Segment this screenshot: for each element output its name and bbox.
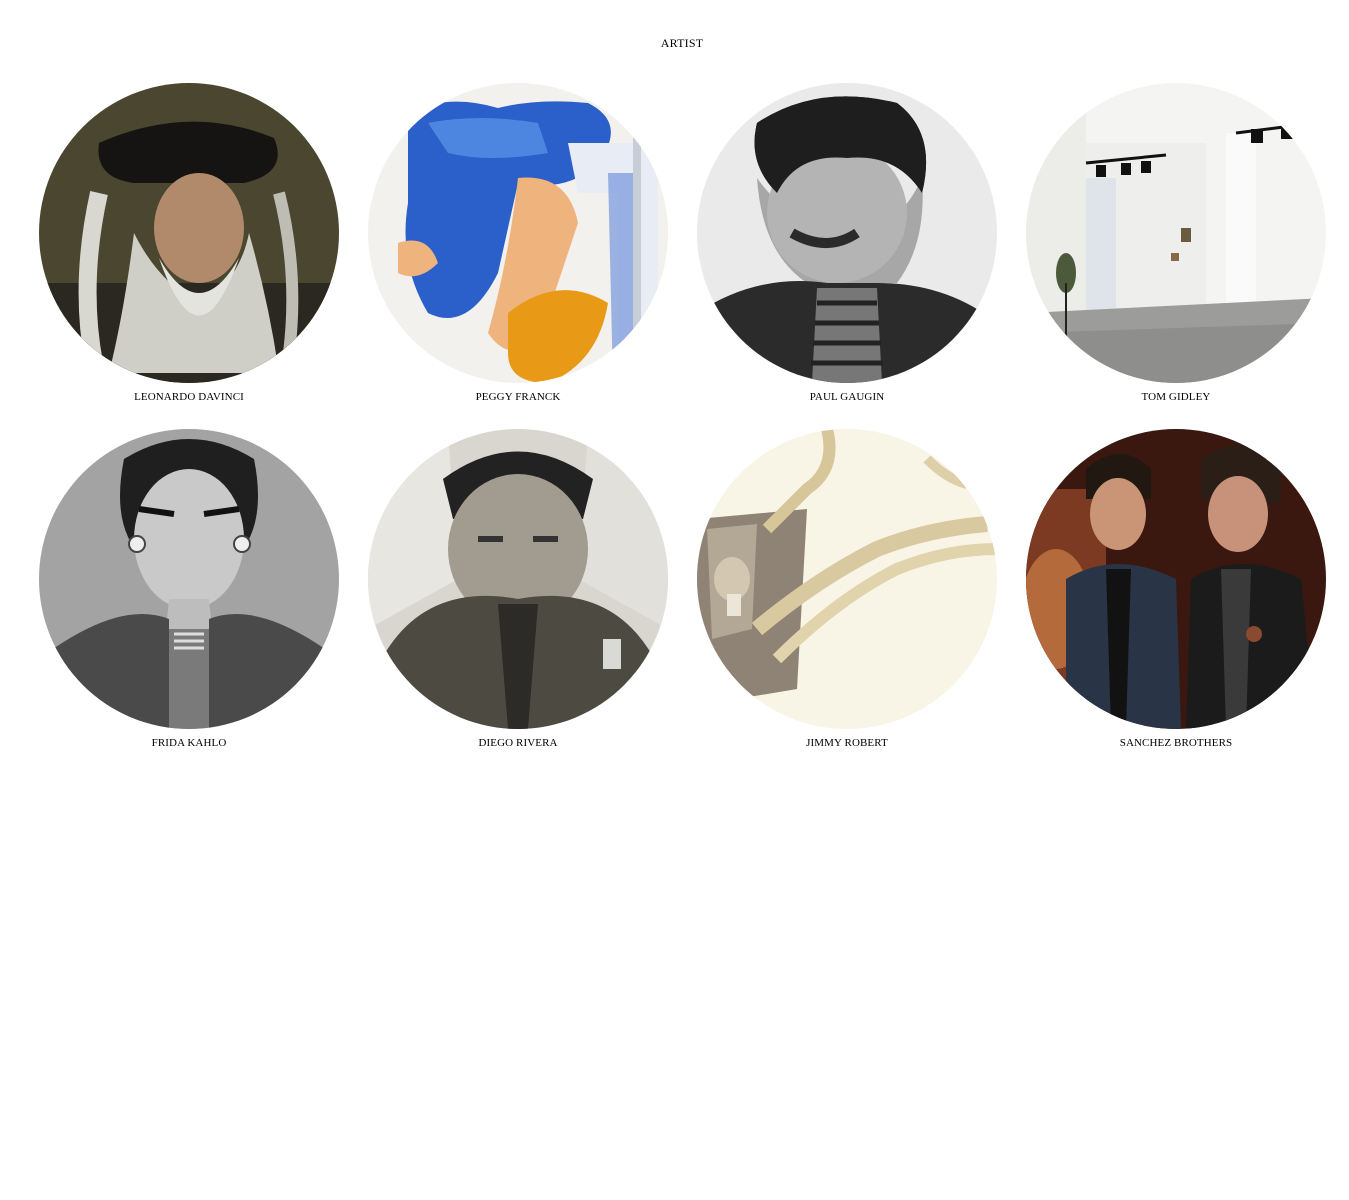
artist-image-diego-rivera[interactable] <box>368 429 668 729</box>
artist-card-diego-rivera[interactable]: DIEGO RIVERA <box>368 429 668 759</box>
artist-card-frida-kahlo[interactable]: FRIDA KAHLO <box>39 429 339 759</box>
diego-rivera-portrait-image <box>368 429 668 729</box>
artist-name[interactable]: PEGGY FRANCK <box>368 391 668 404</box>
artist-name[interactable]: TOM GIDLEY <box>1026 391 1326 404</box>
leonardo-portrait-image <box>39 83 339 383</box>
artist-grid: LEONARDO DAVINCI PEGGY FRANCK PAUL GAUGI… <box>0 0 1349 800</box>
artist-card-peggy-franck[interactable]: PEGGY FRANCK <box>368 83 668 413</box>
artist-card-paul-gaugin[interactable]: PAUL GAUGIN <box>697 83 997 413</box>
artist-image-leonardo-davinci[interactable] <box>39 83 339 383</box>
artist-image-sanchez-brothers[interactable] <box>1026 429 1326 729</box>
artist-name[interactable]: DIEGO RIVERA <box>368 737 668 750</box>
artist-card-jimmy-robert[interactable]: JIMMY ROBERT <box>697 429 997 759</box>
paul-gaugin-portrait-image <box>697 83 997 383</box>
artist-name[interactable]: SANCHEZ BROTHERS <box>1026 737 1326 750</box>
frida-kahlo-portrait-image <box>39 429 339 729</box>
artist-name[interactable]: PAUL GAUGIN <box>697 391 997 404</box>
tom-gidley-gallery-image <box>1026 83 1326 383</box>
artist-card-leonardo-davinci[interactable]: LEONARDO DAVINCI <box>39 83 339 413</box>
artist-image-frida-kahlo[interactable] <box>39 429 339 729</box>
peggy-franck-artwork-image <box>368 83 668 383</box>
artist-image-jimmy-robert[interactable] <box>697 429 997 729</box>
artist-image-paul-gaugin[interactable] <box>697 83 997 383</box>
artist-name[interactable]: JIMMY ROBERT <box>697 737 997 750</box>
artist-image-peggy-franck[interactable] <box>368 83 668 383</box>
artist-name[interactable]: FRIDA KAHLO <box>39 737 339 750</box>
artist-image-tom-gidley[interactable] <box>1026 83 1326 383</box>
artist-card-tom-gidley[interactable]: TOM GIDLEY <box>1026 83 1326 413</box>
jimmy-robert-artwork-image <box>697 429 997 729</box>
artist-name[interactable]: LEONARDO DAVINCI <box>39 391 339 404</box>
sanchez-brothers-portrait-image <box>1026 429 1326 729</box>
artist-card-sanchez-brothers[interactable]: SANCHEZ BROTHERS <box>1026 429 1326 759</box>
